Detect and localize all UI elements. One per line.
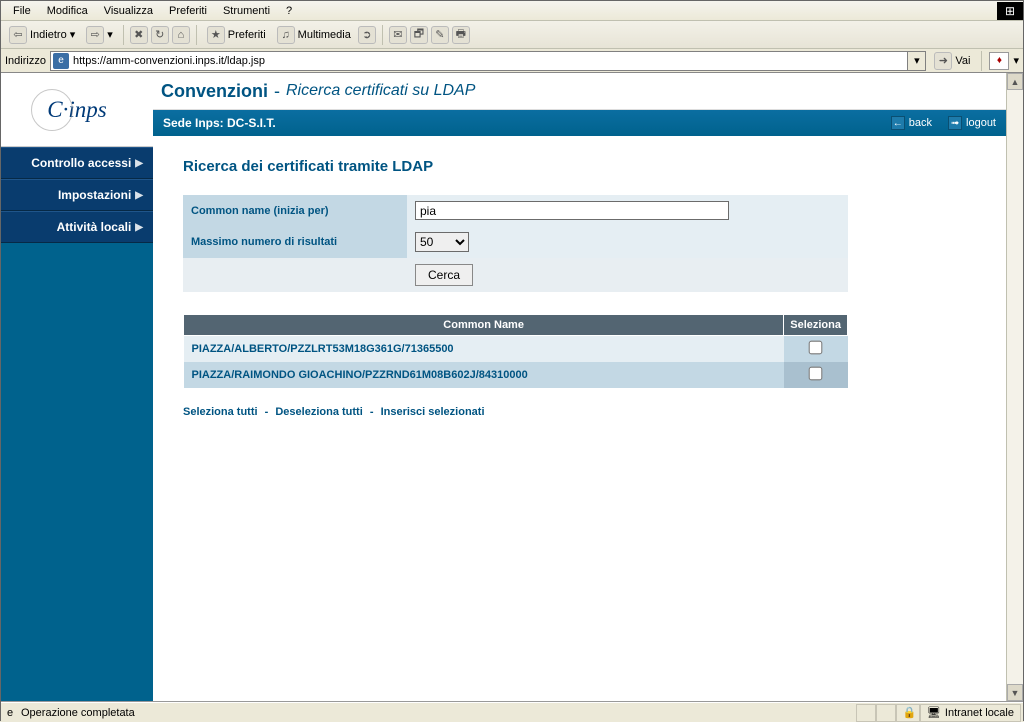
- chevron-down-icon: ▾: [70, 28, 76, 41]
- address-input[interactable]: [50, 51, 908, 71]
- status-text: Operazione completata: [21, 707, 135, 719]
- title-separator: -: [274, 81, 280, 102]
- vertical-scrollbar[interactable]: ▲ ▼: [1006, 73, 1023, 701]
- stop-icon[interactable]: ✖: [130, 26, 148, 44]
- cell-common-name: PIAZZA/ALBERTO/PZZLRT53M18G361G/71365500: [184, 336, 784, 363]
- star-icon: ★: [207, 26, 225, 44]
- search-button[interactable]: Cerca: [415, 264, 473, 286]
- scroll-up-icon[interactable]: ▲: [1007, 73, 1023, 90]
- results-table: Common Name Seleziona PIAZZA/ALBERTO/PZZ…: [183, 314, 848, 388]
- multimedia-label: Multimedia: [298, 29, 351, 41]
- address-bar: Indirizzo e ▾ ➜ Vai ♦ ▾: [1, 49, 1023, 73]
- common-name-label: Common name (inizia per): [183, 195, 407, 226]
- toolbar: ⇦ Indietro ▾ ⇨ ▾ ✖ ↻ ⌂ ★ Preferiti ♫ Mul…: [1, 21, 1023, 49]
- app-logo-icon: ⊞: [997, 2, 1023, 20]
- scroll-track[interactable]: [1007, 90, 1023, 684]
- page-body: C·inps Controllo accessi ▶ Impostazioni …: [1, 73, 1023, 702]
- go-button[interactable]: ➜ Vai: [930, 52, 974, 70]
- menu-preferiti[interactable]: Preferiti: [161, 3, 215, 19]
- chevron-right-icon: ▶: [135, 158, 143, 169]
- max-results-label: Massimo numero di risultati: [183, 226, 407, 258]
- logo-text: C·inps: [47, 97, 106, 122]
- deselect-all-link[interactable]: Deseleziona tutti: [275, 406, 362, 418]
- ie-window: File Modifica Visualizza Preferiti Strum…: [0, 0, 1024, 721]
- lock-icon: 🔒: [903, 706, 917, 720]
- address-label: Indirizzo: [5, 55, 46, 67]
- sidebar-item-impostazioni[interactable]: Impostazioni ▶: [1, 179, 153, 211]
- back-button[interactable]: ⇦ Indietro ▾: [5, 24, 79, 46]
- col-seleziona: Seleziona: [784, 315, 848, 336]
- cell-common-name: PIAZZA/RAIMONDO GIOACHINO/PZZRND61M08B60…: [184, 362, 784, 388]
- common-name-input[interactable]: [415, 201, 729, 220]
- row-select-checkbox[interactable]: [809, 341, 823, 355]
- chevron-right-icon: ▶: [135, 190, 143, 201]
- ie-page-icon: e: [53, 53, 69, 69]
- statusbar: e Operazione completata 🔒 🖥 Intranet loc…: [1, 702, 1023, 722]
- sede-bar: Sede Inps: DC-S.I.T. ← back ➟ logout: [153, 110, 1006, 136]
- back-link[interactable]: ← back: [891, 116, 932, 130]
- go-icon: ➜: [934, 52, 952, 70]
- table-row: PIAZZA/RAIMONDO GIOACHINO/PZZRND61M08B60…: [184, 362, 848, 388]
- print-icon[interactable]: 🖶: [452, 26, 470, 44]
- logout-icon: ➟: [948, 116, 962, 130]
- select-all-link[interactable]: Seleziona tutti: [183, 406, 258, 418]
- back-link-label: back: [909, 117, 932, 129]
- mail-icon[interactable]: ✉: [389, 26, 407, 44]
- sede-label: Sede Inps: DC-S.I.T.: [163, 116, 276, 130]
- menu-help[interactable]: ?: [278, 3, 300, 19]
- zone-icon: 🖥: [927, 706, 941, 720]
- sidebar-item-label: Impostazioni: [58, 188, 131, 202]
- chevron-right-icon: ▶: [135, 222, 143, 233]
- favorites-button[interactable]: ★ Preferiti: [203, 24, 270, 46]
- chevron-down-icon: ▾: [107, 28, 113, 41]
- logout-link-label: logout: [966, 117, 996, 129]
- page-subtitle: Ricerca certificati su LDAP: [286, 82, 475, 100]
- sidebar-item-label: Controllo accessi: [31, 156, 131, 170]
- search-form: Common name (inizia per) Massimo numero …: [183, 195, 848, 292]
- favorites-label: Preferiti: [228, 29, 266, 41]
- back-label: Indietro: [30, 29, 67, 41]
- page-title-bar: Convenzioni - Ricerca certificati su LDA…: [153, 73, 1006, 110]
- history-icon[interactable]: ➲: [358, 26, 376, 44]
- table-row: PIAZZA/ALBERTO/PZZLRT53M18G361G/71365500: [184, 336, 848, 363]
- max-results-select[interactable]: 50: [415, 232, 469, 252]
- forward-arrow-icon: ⇨: [86, 26, 104, 44]
- insert-selected-link[interactable]: Inserisci selezionati: [381, 406, 485, 418]
- refresh-icon[interactable]: ↻: [151, 26, 169, 44]
- sidebar-item-controllo-accessi[interactable]: Controllo accessi ▶: [1, 147, 153, 179]
- menubar: File Modifica Visualizza Preferiti Strum…: [1, 1, 1023, 21]
- address-dropdown[interactable]: ▾: [908, 51, 926, 71]
- main-content: Convenzioni - Ricerca certificati su LDA…: [153, 73, 1006, 701]
- bulk-actions: Seleziona tutti - Deseleziona tutti - In…: [183, 406, 976, 418]
- media-icon: ♫: [277, 26, 295, 44]
- back-arrow-icon: ⇦: [9, 26, 27, 44]
- menu-visualizza[interactable]: Visualizza: [96, 3, 161, 19]
- sidebar-item-label: Attività locali: [57, 220, 132, 234]
- zone-text: Intranet locale: [945, 707, 1014, 719]
- section-heading: Ricerca dei certificati tramite LDAP: [183, 158, 976, 175]
- home-icon[interactable]: ⌂: [172, 26, 190, 44]
- row-select-checkbox[interactable]: [809, 367, 823, 381]
- inps-logo: C·inps: [47, 97, 106, 123]
- sidebar-item-attivita-locali[interactable]: Attività locali ▶: [1, 211, 153, 243]
- chevron-down-icon: ▾: [1013, 54, 1019, 67]
- menu-modifica[interactable]: Modifica: [39, 3, 96, 19]
- scroll-down-icon[interactable]: ▼: [1007, 684, 1023, 701]
- forward-button[interactable]: ⇨ ▾: [82, 24, 117, 46]
- col-common-name: Common Name: [184, 315, 784, 336]
- logout-link[interactable]: ➟ logout: [948, 116, 996, 130]
- back-arrow-icon: ←: [891, 116, 905, 130]
- menu-strumenti[interactable]: Strumenti: [215, 3, 278, 19]
- multimedia-button[interactable]: ♫ Multimedia: [273, 24, 355, 46]
- ie-page-icon: e: [3, 706, 17, 720]
- menu-file[interactable]: File: [5, 3, 39, 19]
- size-icon[interactable]: 🗗: [410, 26, 428, 44]
- sidebar: C·inps Controllo accessi ▶ Impostazioni …: [1, 73, 153, 701]
- pdf-icon[interactable]: ♦: [989, 52, 1009, 70]
- go-label: Vai: [955, 55, 970, 67]
- edit-icon[interactable]: ✎: [431, 26, 449, 44]
- page-title: Convenzioni: [161, 81, 268, 102]
- logo-cell: C·inps: [1, 73, 153, 147]
